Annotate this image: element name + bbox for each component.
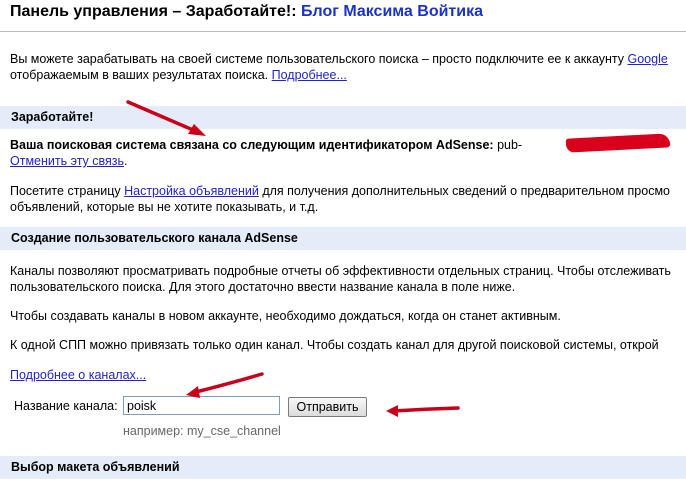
unlink-line: Отменить эту связь. [10,154,128,168]
channel-name-label: Название канала: [14,399,118,413]
channel-para3: К одной СПП можно привязать только один … [10,338,659,352]
intro-text-1: Вы можете зарабатывать на своей системе … [10,52,628,66]
more-channels-line: Подробнее о каналах... [10,367,146,383]
title-divider [0,31,686,32]
intro-line-2: отображаемым в ваших результатах поиска.… [10,67,347,83]
channel-name-hint: например: my_cse_channel [123,424,281,438]
channel-name-input[interactable] [123,396,280,415]
intro-line-1: Вы можете зарабатывать на своей системе … [10,51,668,67]
more-info-link[interactable]: Подробнее... [272,68,347,82]
channel-para2: Чтобы создавать каналы в новом аккаунте,… [10,309,561,323]
adsense-pub-prefix: pub- [497,138,523,152]
annotation-arrow-channel-input [190,372,264,395]
ad-settings-link[interactable]: Настройка объявлений [124,184,259,198]
google-link[interactable]: Google [628,52,668,66]
channel-para1-line1: Каналы позволяют просматривать подробные… [10,264,671,278]
earn-section-heading: Заработайте! [0,106,686,129]
page-title: Панель управления – Заработайте!: Блог М… [10,3,483,21]
layout-section-heading: Выбор макета объявлений [0,456,686,479]
more-channels-link[interactable]: Подробнее о каналах... [10,368,146,382]
unlink-adsense-link[interactable]: Отменить эту связь [10,154,124,168]
ad-settings-line-1: Посетите страницу Настройка объявлений д… [10,184,670,198]
channel-section-heading: Создание пользовательского канала AdSens… [0,227,686,250]
adsense-id-text: Ваша поисковая система связана со следую… [10,138,494,152]
adsense-id-line: Ваша поисковая система связана со следую… [10,137,522,153]
blog-name: Блог Максима Войтика [301,3,483,20]
intro-text-2: отображаемым в ваших результатах поиска. [10,68,272,82]
page-title-text: Панель управления – Заработайте!: [10,3,301,20]
channel-para1-line2: пользовательского поиска. Для этого дост… [10,280,516,294]
ad-settings-line-2: объявлений, которые вы не хотите показыв… [10,200,319,214]
annotation-arrow-submit [391,406,460,413]
submit-button[interactable]: Отправить [288,397,367,417]
redaction-scribble [565,133,671,153]
annotation-arrowhead-submit [386,405,398,417]
